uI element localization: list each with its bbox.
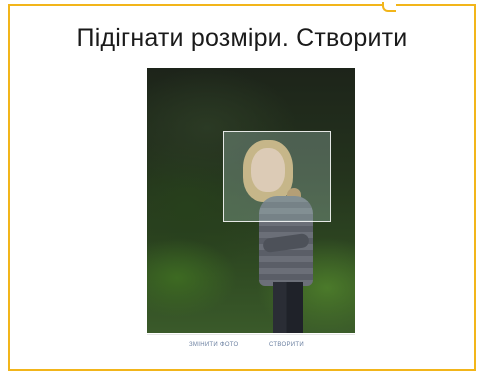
crop-selection-box[interactable] bbox=[223, 131, 331, 222]
photo-preview bbox=[147, 68, 355, 333]
photo-subject-legs bbox=[273, 282, 303, 333]
frame-notch bbox=[382, 2, 396, 12]
instruction-caption: Підігнати розміри. Створити bbox=[76, 24, 408, 52]
change-photo-button[interactable]: ЗМІНИТИ ФОТО bbox=[189, 342, 238, 348]
create-button[interactable]: СТВОРИТИ bbox=[269, 342, 304, 348]
instruction-frame: Підігнати розміри. Створити ЗМІНИТИ ФОТО… bbox=[8, 2, 476, 371]
phone-screen: ЗМІНИТИ ФОТО СТВОРИТИ bbox=[147, 68, 355, 360]
photo-toolbar: ЗМІНИТИ ФОТО СТВОРИТИ bbox=[147, 334, 355, 360]
